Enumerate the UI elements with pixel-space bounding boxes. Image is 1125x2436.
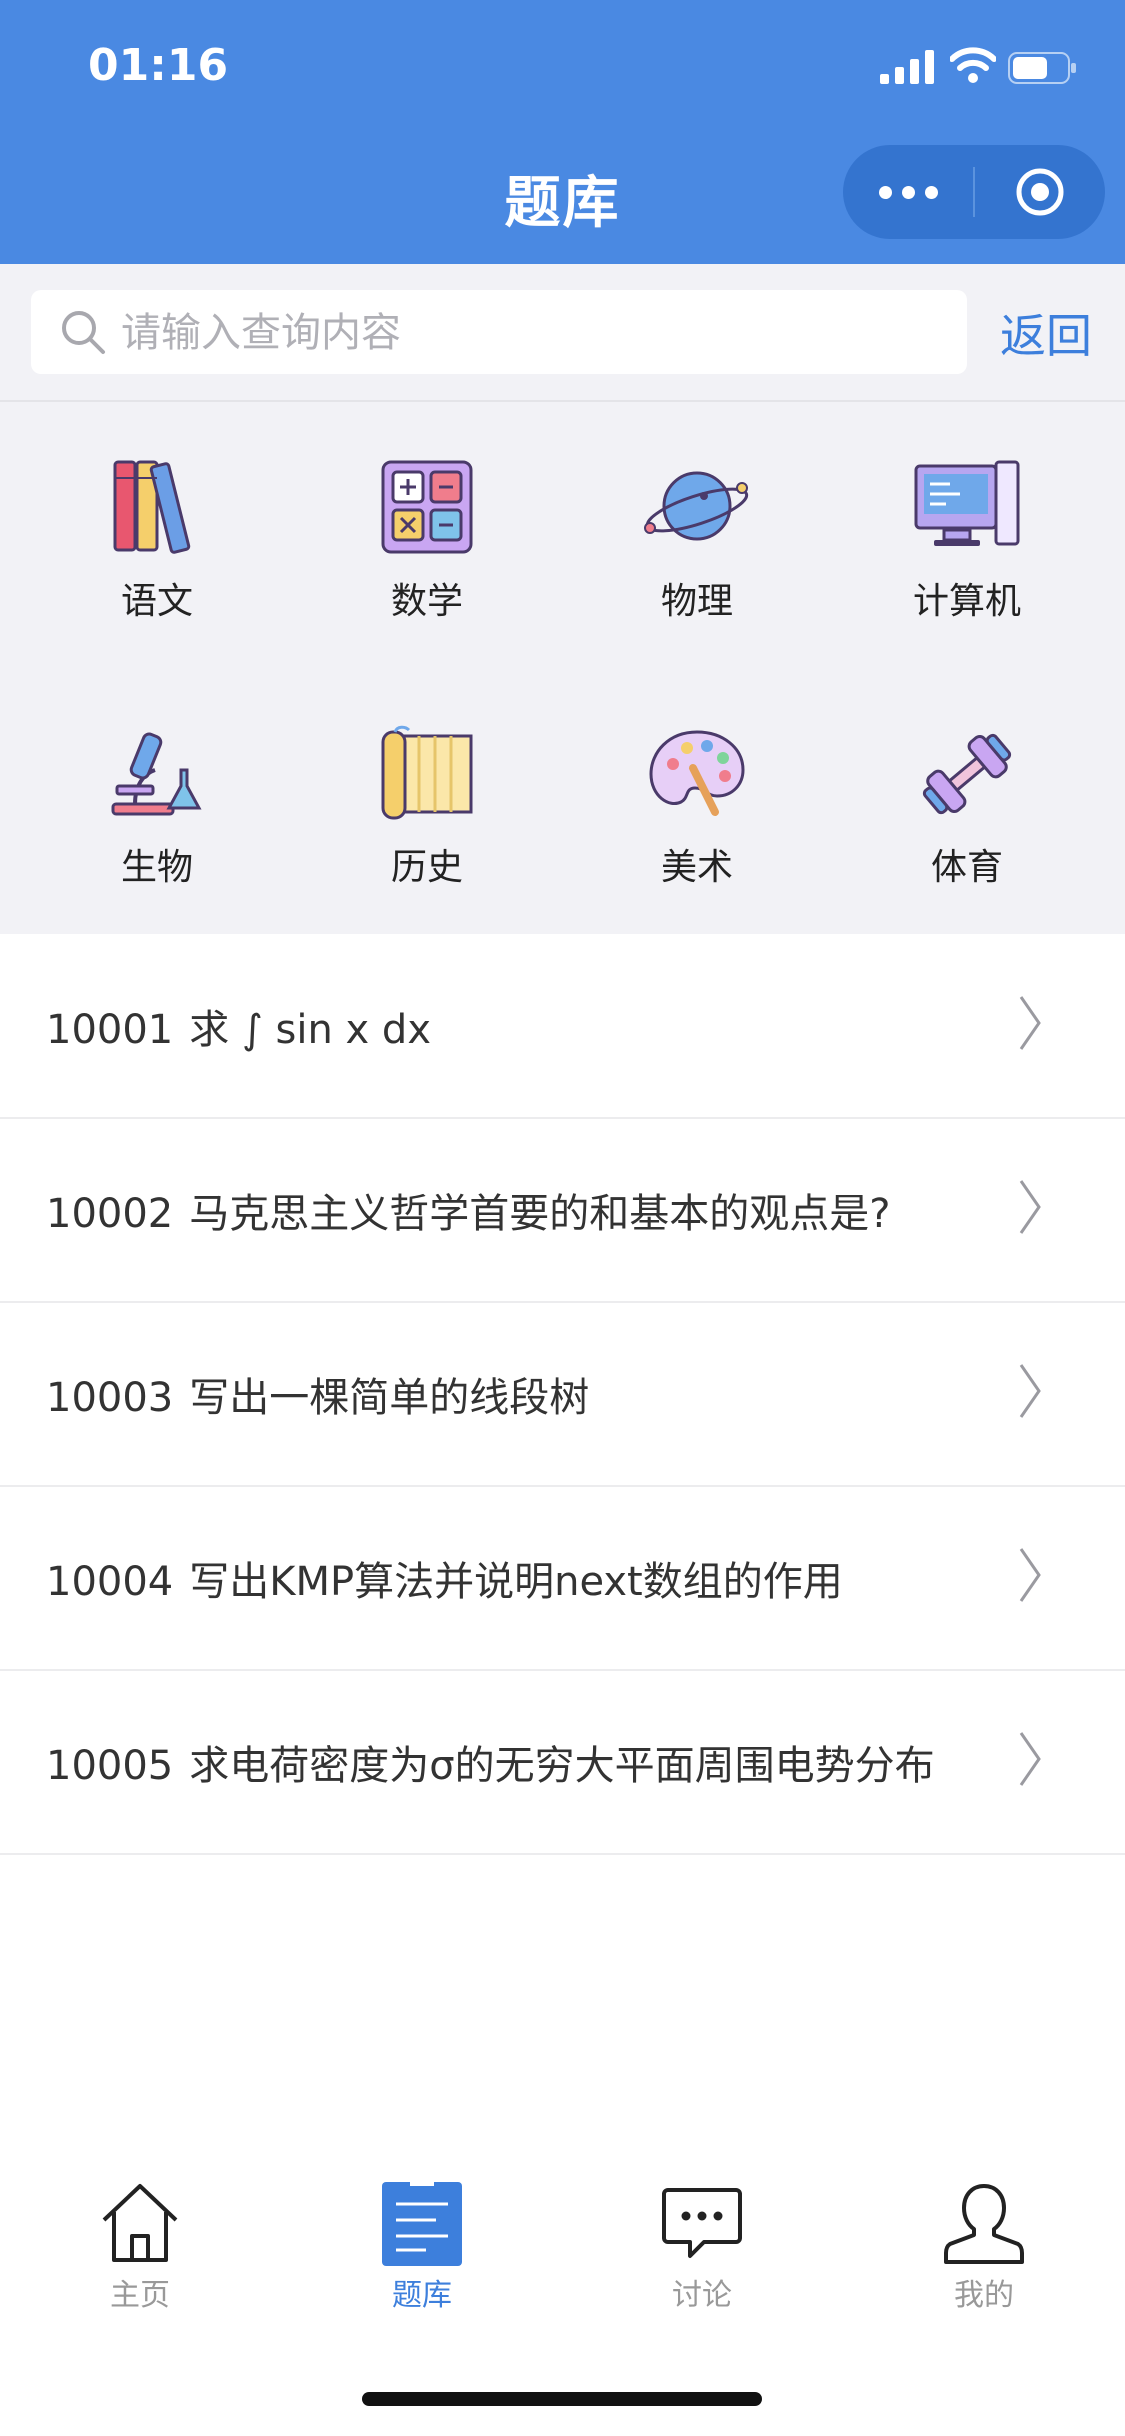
- scroll-icon: [381, 725, 473, 820]
- tab-profile[interactable]: 我的: [884, 2180, 1084, 2320]
- list-item[interactable]: 10004 写出KMP算法并说明next数组的作用: [0, 1487, 1125, 1671]
- category-sports[interactable]: 体育: [832, 724, 1102, 964]
- close-mini-program-button[interactable]: [975, 145, 1105, 239]
- question-text: 10001 求 ∫ sin x dx: [46, 997, 431, 1055]
- chevron-right-icon: [1019, 996, 1041, 1050]
- category-label: 物理: [660, 581, 733, 622]
- category-biology[interactable]: 生物: [22, 724, 292, 964]
- chat-icon: [662, 2188, 742, 2258]
- dot-icon: [878, 185, 892, 199]
- question-id: 10005: [46, 1743, 174, 1789]
- wifi-icon: [950, 47, 996, 83]
- category-label: 数学: [390, 581, 463, 622]
- question-title: 写出一棵简单的线段树: [189, 1375, 590, 1421]
- home-icon: [102, 2184, 178, 2262]
- microscope-icon: [111, 732, 202, 816]
- category-label: 历史: [390, 847, 463, 888]
- question-text: 10004 写出KMP算法并说明next数组的作用: [46, 1549, 843, 1607]
- tab-label: 主页: [110, 2278, 170, 2313]
- question-text: 10005 求电荷密度为σ的无穷大平面周围电势分布: [46, 1733, 935, 1791]
- target-icon: [1016, 168, 1064, 216]
- category-history[interactable]: 历史: [292, 724, 562, 964]
- books-icon: [113, 460, 191, 554]
- category-label: 体育: [930, 847, 1003, 888]
- list-item[interactable]: 10002 马克思主义哲学首要的和基本的观点是?: [0, 1119, 1125, 1303]
- tab-label: 题库: [392, 2278, 452, 2313]
- planet-icon: [644, 471, 749, 541]
- category-label: 美术: [660, 847, 733, 888]
- chevron-right-icon: [1019, 1548, 1041, 1602]
- tab-bar: 主页 题库 讨论 我的: [0, 2180, 1125, 2320]
- computer-icon: [914, 460, 1020, 546]
- tab-question-bank[interactable]: 题库: [322, 2180, 522, 2320]
- question-id: 10003: [46, 1375, 174, 1421]
- category-label: 生物: [120, 847, 193, 888]
- list-item[interactable]: 10001 求 ∫ sin x dx: [0, 935, 1125, 1119]
- question-list: 10001 求 ∫ sin x dx 10002 马克思主义哲学首要的和基本的观点是…: [0, 935, 1125, 1855]
- category-grid: 语文 数学 物理 计算机 生物 历史 美术 体育: [0, 402, 1125, 934]
- chevron-right-icon: [1019, 1732, 1041, 1786]
- tab-label: 我的: [954, 2278, 1014, 2313]
- signal-icon: [880, 50, 934, 84]
- search-icon: [62, 311, 105, 354]
- question-title: 求 ∫ sin x dx: [189, 1007, 431, 1053]
- battery-icon: [1008, 52, 1076, 84]
- category-math[interactable]: 数学: [292, 458, 562, 698]
- mini-program-capsule: [843, 145, 1105, 239]
- question-id: 10002: [46, 1191, 174, 1237]
- category-computer[interactable]: 计算机: [832, 458, 1102, 698]
- question-id: 10004: [46, 1559, 174, 1605]
- dot-icon: [901, 185, 915, 199]
- status-time: 01:16: [88, 40, 229, 91]
- chevron-right-icon: [1019, 1180, 1041, 1234]
- question-title: 求电荷密度为σ的无穷大平面周围电势分布: [189, 1743, 935, 1789]
- question-title: 写出KMP算法并说明next数组的作用: [189, 1559, 843, 1605]
- tab-home[interactable]: 主页: [40, 2180, 240, 2320]
- list-item[interactable]: 10005 求电荷密度为σ的无穷大平面周围电势分布: [0, 1671, 1125, 1855]
- header: 01:16 题库: [0, 0, 1125, 264]
- back-link[interactable]: 返回: [1000, 300, 1092, 366]
- category-physics[interactable]: 物理: [562, 458, 832, 698]
- chevron-right-icon: [1019, 1364, 1041, 1418]
- more-button[interactable]: [843, 145, 973, 239]
- question-text: 10002 马克思主义哲学首要的和基本的观点是?: [46, 1181, 890, 1239]
- user-icon: [944, 2184, 1024, 2264]
- question-text: 10003 写出一棵简单的线段树: [46, 1365, 589, 1423]
- search-box[interactable]: [31, 290, 967, 374]
- search-input[interactable]: [119, 296, 943, 370]
- question-bank-icon: [382, 2180, 462, 2266]
- dot-icon: [924, 185, 938, 199]
- category-label: 语文: [120, 581, 193, 622]
- palette-icon: [649, 730, 745, 816]
- tab-label: 讨论: [672, 2278, 732, 2313]
- question-title: 马克思主义哲学首要的和基本的观点是?: [189, 1191, 891, 1237]
- home-indicator: [362, 2392, 762, 2406]
- list-item[interactable]: 10003 写出一棵简单的线段树: [0, 1303, 1125, 1487]
- search-bar: 返回: [0, 264, 1125, 402]
- category-label: 计算机: [912, 581, 1021, 622]
- dumbbell-icon: [922, 733, 1012, 815]
- category-chinese[interactable]: 语文: [22, 458, 292, 698]
- calculator-icon: [381, 460, 473, 554]
- question-id: 10001: [46, 1007, 174, 1053]
- category-art[interactable]: 美术: [562, 724, 832, 964]
- tab-discussion[interactable]: 讨论: [602, 2180, 802, 2320]
